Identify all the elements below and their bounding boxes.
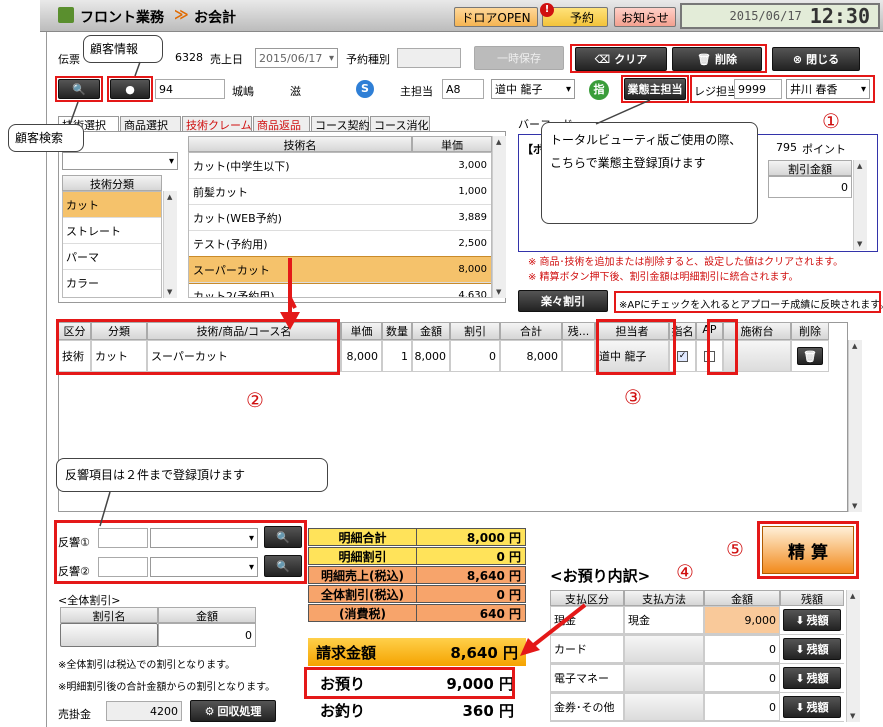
marker-4: ④ bbox=[676, 560, 694, 584]
callout-pointer bbox=[134, 61, 141, 77]
callout-pointer bbox=[99, 491, 111, 527]
marker-3: ③ bbox=[624, 385, 642, 409]
callout-pointer bbox=[595, 99, 651, 125]
red-arrow-2 bbox=[528, 603, 587, 650]
callout-pointer bbox=[69, 101, 79, 125]
annotation-arrows bbox=[69, 61, 651, 656]
red-arrowhead-1 bbox=[280, 312, 300, 330]
marker-5: ⑤ bbox=[726, 537, 744, 561]
marker-2: ② bbox=[246, 388, 264, 412]
marker-1: ① bbox=[822, 109, 840, 133]
